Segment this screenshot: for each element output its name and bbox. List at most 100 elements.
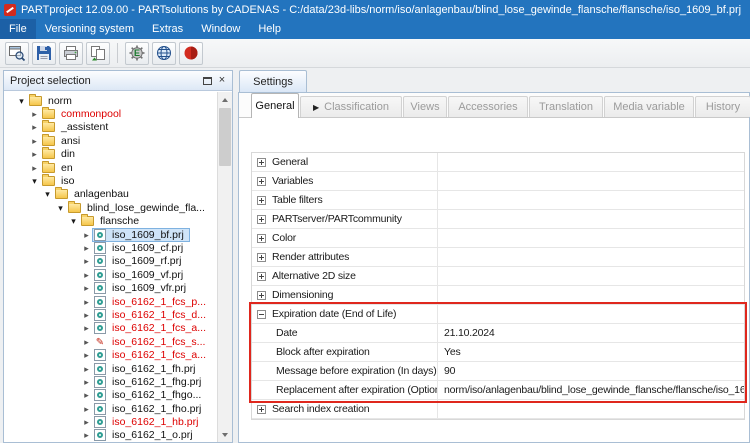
property-row-dimensioning[interactable]: Dimensioning (252, 286, 744, 305)
expand-plus-icon[interactable] (257, 272, 266, 281)
menu-versioning-system[interactable]: Versioning system (36, 19, 143, 39)
property-value[interactable]: 90 (438, 362, 744, 380)
property-value[interactable] (438, 229, 744, 247)
open-project-button[interactable] (5, 42, 29, 65)
chevron-expanded-icon[interactable] (55, 203, 66, 213)
menu-window[interactable]: Window (192, 19, 249, 39)
property-value[interactable] (438, 172, 744, 190)
tab-classification[interactable]: Classification (300, 96, 402, 117)
tree-item[interactable]: _assistent (4, 121, 217, 134)
chevron-collapsed-icon[interactable] (81, 323, 92, 333)
chevron-collapsed-icon[interactable] (81, 350, 92, 360)
tree-item[interactable]: iso_1609_rf.prj (4, 255, 217, 268)
expand-plus-icon[interactable] (257, 196, 266, 205)
expand-minus-icon[interactable] (257, 310, 266, 319)
chevron-collapsed-icon[interactable] (81, 243, 92, 253)
tree-item[interactable]: iso_6162_1_fcs_d... (4, 308, 217, 321)
expand-plus-icon[interactable] (257, 234, 266, 243)
tree-item[interactable]: iso (4, 174, 217, 187)
property-row-expiration-date[interactable]: Expiration date (End of Life) (252, 305, 744, 324)
property-value[interactable]: 21.10.2024 (438, 324, 744, 342)
settings-dock-tab[interactable]: Settings (239, 70, 307, 93)
property-row-date[interactable]: Date21.10.2024 (252, 324, 744, 343)
tree-item-selected[interactable]: iso_1609_bf.prj (4, 228, 217, 241)
property-value[interactable] (438, 286, 744, 304)
scroll-down-icon[interactable] (218, 427, 232, 442)
chevron-expanded-icon[interactable] (42, 189, 53, 199)
tree-item[interactable]: iso_6162_1_fhg.prj (4, 375, 217, 388)
property-value[interactable] (438, 191, 744, 209)
property-row-message-before-expiration[interactable]: Message before expiration (In days)90 (252, 362, 744, 381)
tree-item[interactable]: commonpool (4, 107, 217, 120)
property-row-table-filters[interactable]: Table filters (252, 191, 744, 210)
chevron-collapsed-icon[interactable] (29, 136, 40, 146)
expand-plus-icon[interactable] (257, 177, 266, 186)
expand-plus-icon[interactable] (257, 253, 266, 262)
expand-plus-icon[interactable] (257, 405, 266, 414)
chevron-collapsed-icon[interactable] (81, 230, 92, 240)
chevron-collapsed-icon[interactable] (29, 149, 40, 159)
property-value[interactable] (438, 400, 744, 418)
tree-item[interactable]: iso_1609_vf.prj (4, 268, 217, 281)
tree-item[interactable]: en (4, 161, 217, 174)
tab-views[interactable]: Views (403, 96, 447, 117)
chevron-collapsed-icon[interactable] (81, 390, 92, 400)
chevron-expanded-icon[interactable] (68, 216, 79, 226)
chevron-collapsed-icon[interactable] (29, 122, 40, 132)
property-value[interactable]: norm/iso/anlagenbau/blind_lose_gewinde_f… (438, 381, 744, 399)
property-value[interactable] (438, 153, 744, 171)
scroll-up-icon[interactable] (218, 92, 232, 107)
property-row-partserver[interactable]: PARTserver/PARTcommunity (252, 210, 744, 229)
tab-media-variable[interactable]: Media variable (604, 96, 694, 117)
scrollbar-thumb[interactable] (219, 108, 231, 166)
tree-item[interactable]: blind_lose_gewinde_fla... (4, 201, 217, 214)
print-button[interactable] (59, 42, 83, 65)
menu-extras[interactable]: Extras (143, 19, 192, 39)
tree-item[interactable]: ansi (4, 134, 217, 147)
tree-item[interactable]: iso_6162_1_fho.prj (4, 402, 217, 415)
chevron-collapsed-icon[interactable] (29, 109, 40, 119)
chevron-expanded-icon[interactable] (16, 96, 27, 106)
tree-item[interactable]: iso_6162_1_fcs_p... (4, 295, 217, 308)
tree-scrollbar[interactable] (217, 92, 232, 442)
chevron-collapsed-icon[interactable] (81, 404, 92, 414)
tree-item[interactable]: flansche (4, 215, 217, 228)
tab-history[interactable]: History (695, 96, 750, 117)
cadenas-button[interactable] (179, 42, 203, 65)
chevron-collapsed-icon[interactable] (81, 430, 92, 440)
property-value[interactable] (438, 305, 744, 323)
tree-item[interactable]: iso_6162_1_fcs_a... (4, 348, 217, 361)
menu-file[interactable]: File (0, 19, 36, 39)
chevron-collapsed-icon[interactable] (81, 270, 92, 280)
menu-help[interactable]: Help (249, 19, 290, 39)
float-panel-icon[interactable] (203, 77, 212, 85)
chevron-expanded-icon[interactable] (29, 176, 40, 186)
property-value[interactable] (438, 267, 744, 285)
tree-item[interactable]: anlagenbau (4, 188, 217, 201)
close-panel-icon[interactable] (216, 75, 228, 86)
tree-item[interactable]: iso_6162_1_hb.prj (4, 415, 217, 428)
expand-plus-icon[interactable] (257, 215, 266, 224)
tree-item[interactable]: iso_1609_cf.prj (4, 241, 217, 254)
property-row-variables[interactable]: Variables (252, 172, 744, 191)
property-value[interactable]: Yes (438, 343, 744, 361)
web-button[interactable] (152, 42, 176, 65)
tree-item[interactable]: norm (4, 94, 217, 107)
property-value[interactable] (438, 210, 744, 228)
settings-button[interactable]: E (125, 42, 149, 65)
property-row-replacement-after-expiration[interactable]: Replacement after expiration (Optional)n… (252, 381, 744, 400)
tree-item[interactable]: iso_6162_1_fcs_s... (4, 335, 217, 348)
chevron-collapsed-icon[interactable] (81, 377, 92, 387)
property-value[interactable] (438, 248, 744, 266)
tree-item[interactable]: iso_6162_1_fhgo... (4, 389, 217, 402)
chevron-collapsed-icon[interactable] (81, 364, 92, 374)
tree-item[interactable]: iso_6162_1_fh.prj (4, 362, 217, 375)
chevron-collapsed-icon[interactable] (81, 337, 92, 347)
expand-plus-icon[interactable] (257, 291, 266, 300)
check-in-button[interactable] (86, 42, 110, 65)
property-row-search-index-creation[interactable]: Search index creation (252, 400, 744, 419)
tree-item[interactable]: iso_6162_1_fcs_a... (4, 322, 217, 335)
chevron-collapsed-icon[interactable] (81, 417, 92, 427)
chevron-collapsed-icon[interactable] (81, 283, 92, 293)
tree-item[interactable]: din (4, 148, 217, 161)
